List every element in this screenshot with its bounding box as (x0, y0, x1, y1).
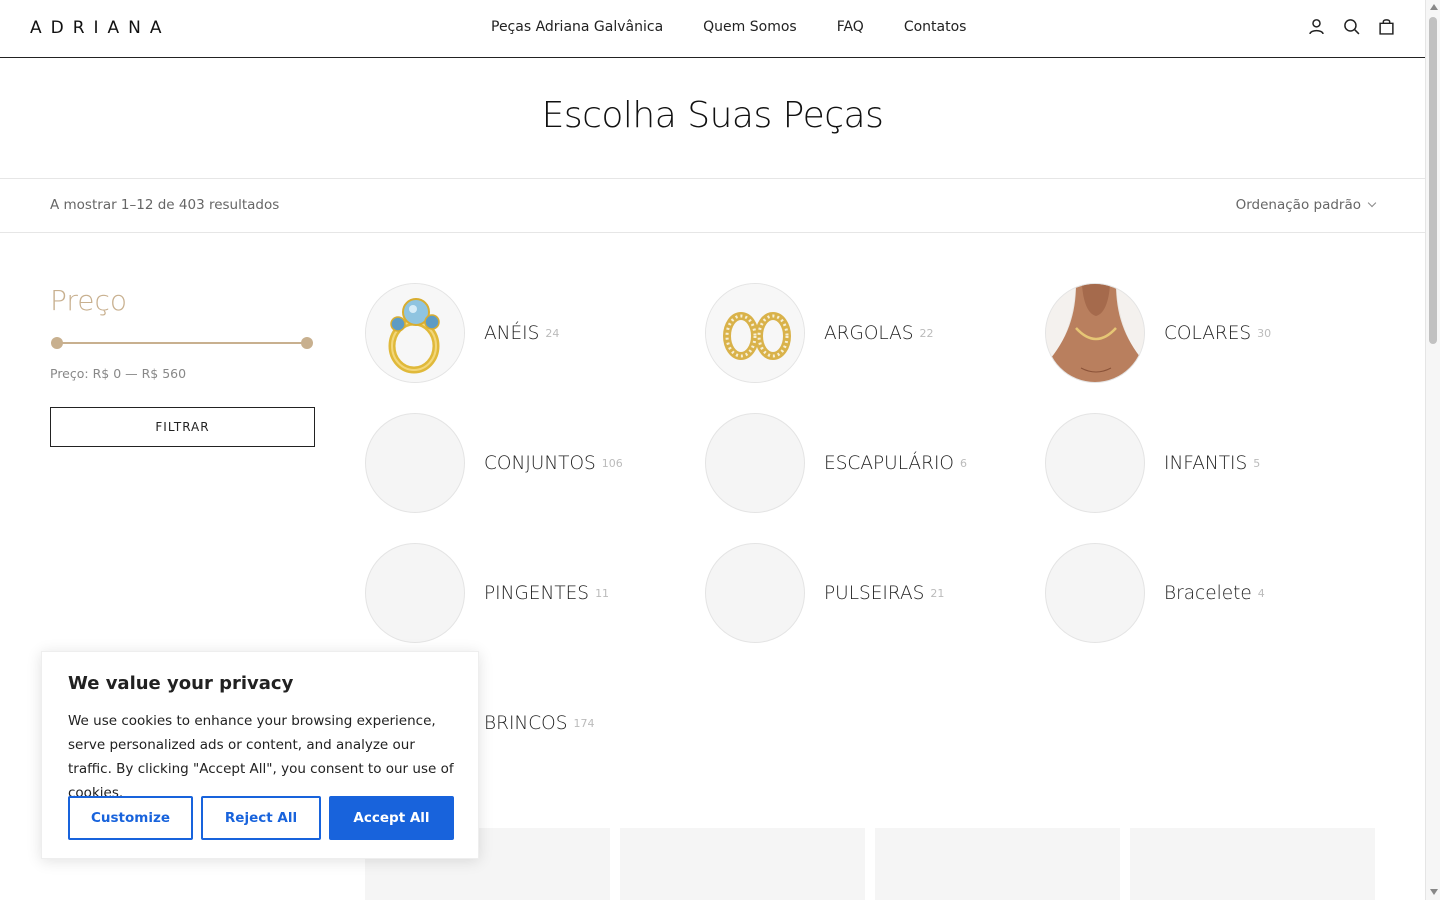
category-count: 5 (1253, 456, 1261, 470)
category-image-necklace (1045, 283, 1145, 383)
product-card[interactable] (1130, 828, 1375, 900)
cookie-title: We value your privacy (68, 673, 294, 694)
category-name: PINGENTES (484, 582, 590, 604)
category-name: INFANTIS (1164, 452, 1248, 474)
category-image-placeholder (365, 413, 465, 513)
category-argolas[interactable]: ARGOLAS 22 (705, 283, 934, 383)
header-icons (1308, 18, 1395, 35)
category-pingentes[interactable]: PINGENTES 11 (365, 543, 609, 643)
cookie-banner: We value your privacy We use cookies to … (41, 651, 479, 859)
category-count: 106 (601, 456, 623, 470)
scrollbar[interactable] (1425, 0, 1440, 900)
category-count: 22 (919, 326, 934, 340)
category-name: ANÉIS (484, 322, 540, 344)
price-slider-min-handle[interactable] (51, 337, 63, 349)
nav-item-faq[interactable]: FAQ (837, 19, 864, 35)
chevron-down-icon (1367, 198, 1377, 208)
logo[interactable]: ADRIANA (30, 18, 171, 38)
result-count: A mostrar 1–12 de 403 resultados (50, 197, 280, 213)
price-slider[interactable] (51, 337, 313, 349)
category-name: PULSEIRAS (824, 582, 925, 604)
site-header: ADRIANA Peças Adriana Galvânica Quem Som… (0, 0, 1425, 58)
category-count: 4 (1257, 586, 1265, 600)
category-image-placeholder (365, 543, 465, 643)
main-nav: Peças Adriana Galvânica Quem Somos FAQ C… (491, 19, 966, 35)
price-range-label: Preço: R$ 0 — R$ 560 (50, 366, 187, 381)
user-icon[interactable] (1308, 18, 1325, 35)
category-name: CONJUNTOS (484, 452, 596, 474)
category-image-ring (365, 283, 465, 383)
category-count: 174 (573, 716, 595, 730)
category-name: ARGOLAS (824, 322, 914, 344)
category-image-placeholder (705, 543, 805, 643)
category-image-placeholder (1045, 413, 1145, 513)
price-slider-max-handle[interactable] (301, 337, 313, 349)
nav-item-quem-somos[interactable]: Quem Somos (703, 19, 797, 35)
category-escapulario[interactable]: ESCAPULÁRIO 6 (705, 413, 967, 513)
customize-button[interactable]: Customize (68, 796, 193, 840)
sort-select[interactable]: Ordenação padrão (1235, 197, 1377, 213)
category-count: 21 (930, 586, 945, 600)
price-filter-title: Preço (50, 284, 128, 317)
category-image-placeholder (1045, 543, 1145, 643)
category-name: BRINCOS (484, 712, 568, 734)
category-bracelete[interactable]: Bracelete 4 (1045, 543, 1265, 643)
category-infantis[interactable]: INFANTIS 5 (1045, 413, 1260, 513)
cookie-text: We use cookies to enhance your browsing … (68, 713, 454, 801)
product-card[interactable] (620, 828, 865, 900)
shop-toolbar: A mostrar 1–12 de 403 resultados Ordenaç… (0, 178, 1425, 233)
nav-item-pecas[interactable]: Peças Adriana Galvânica (491, 19, 663, 35)
category-count: 6 (959, 456, 967, 470)
category-count: 24 (545, 326, 560, 340)
category-count: 30 (1257, 326, 1272, 340)
category-image-hoops (705, 283, 805, 383)
page-title: Escolha Suas Peças (541, 95, 884, 136)
sort-label: Ordenação padrão (1235, 197, 1361, 213)
bag-icon[interactable] (1378, 18, 1395, 35)
product-card[interactable] (875, 828, 1120, 900)
category-conjuntos[interactable]: CONJUNTOS 106 (365, 413, 623, 513)
filter-button[interactable]: FILTRAR (50, 407, 315, 447)
reject-all-button[interactable]: Reject All (201, 796, 321, 840)
accept-all-button[interactable]: Accept All (329, 796, 454, 840)
category-image-placeholder (705, 413, 805, 513)
scroll-down-icon[interactable] (1430, 889, 1438, 895)
category-count: 11 (595, 586, 610, 600)
category-aneis[interactable]: ANÉIS 24 (365, 283, 559, 383)
category-pulseiras[interactable]: PULSEIRAS 21 (705, 543, 944, 643)
category-name: COLARES (1164, 322, 1252, 344)
scrollbar-thumb[interactable] (1429, 17, 1437, 344)
nav-item-contatos[interactable]: Contatos (904, 19, 967, 35)
category-name: Bracelete (1164, 582, 1252, 604)
category-name: ESCAPULÁRIO (824, 452, 954, 474)
scroll-up-icon[interactable] (1430, 4, 1438, 10)
search-icon[interactable] (1343, 18, 1360, 35)
category-colares[interactable]: COLARES 30 (1045, 283, 1271, 383)
